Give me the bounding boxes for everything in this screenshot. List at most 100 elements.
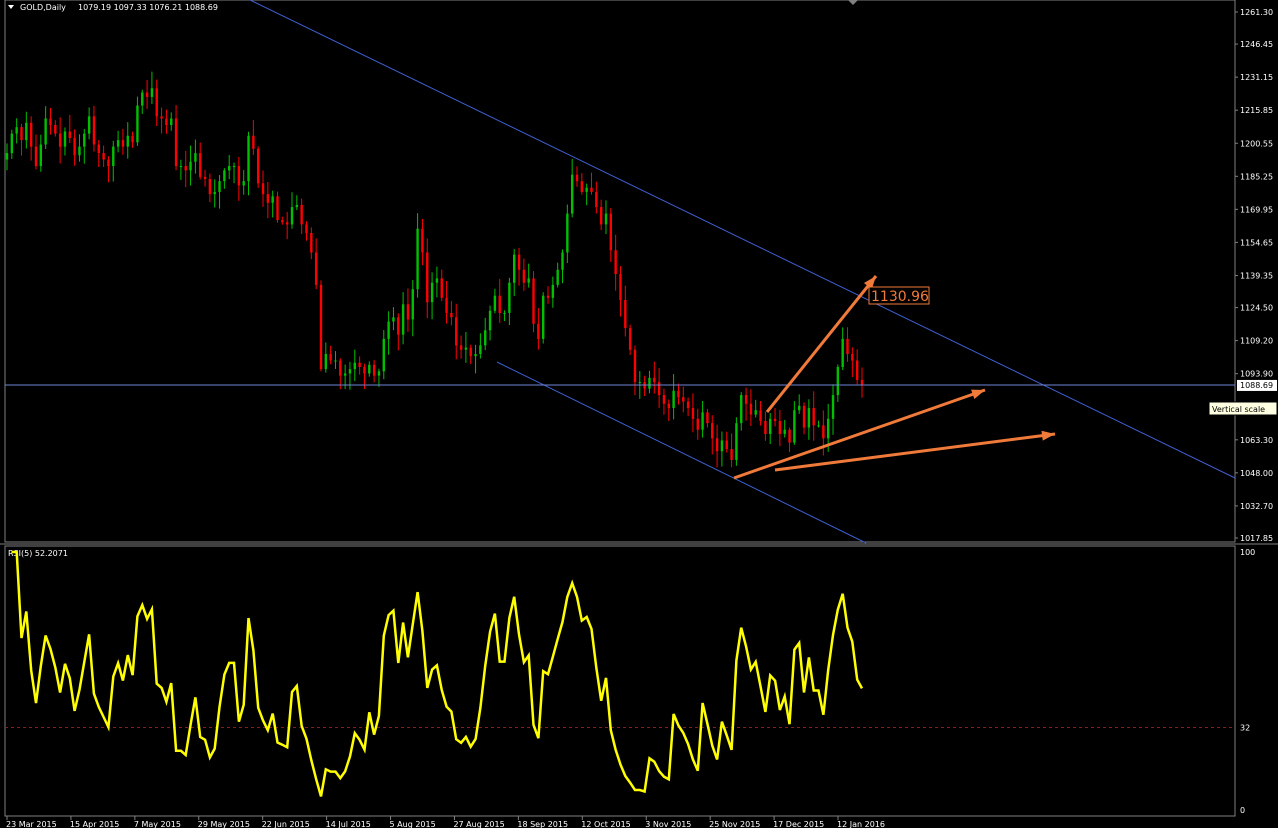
candle xyxy=(208,173,212,203)
y-tick-label: 1246.45 xyxy=(1240,40,1273,49)
y-tick-label: 1185.25 xyxy=(1240,172,1273,181)
candle xyxy=(397,313,400,351)
candle xyxy=(232,162,236,184)
candle xyxy=(160,107,163,134)
rsi-tick-label: 32 xyxy=(1240,723,1250,732)
rsi-panel xyxy=(4,545,1236,817)
y-tick-label: 1139.35 xyxy=(1240,271,1273,280)
candle xyxy=(614,234,617,291)
candle xyxy=(817,420,820,428)
candle xyxy=(92,105,96,152)
candle xyxy=(522,258,526,291)
candle xyxy=(657,368,661,408)
chart-header: GOLD,Daily 1079.19 1097.33 1076.21 1088.… xyxy=(8,3,218,12)
candle xyxy=(841,327,844,371)
candle xyxy=(78,134,81,162)
y-tick-label: 1215.85 xyxy=(1240,106,1273,115)
candle xyxy=(653,361,656,394)
candle xyxy=(285,211,289,240)
candle xyxy=(672,374,675,420)
candle xyxy=(788,427,791,453)
candle xyxy=(348,361,352,390)
candle xyxy=(290,192,294,229)
candle xyxy=(759,401,762,426)
mid-arrow[interactable] xyxy=(733,388,986,480)
candle xyxy=(735,417,738,466)
y-tick-label: 1200.55 xyxy=(1240,139,1273,148)
candle xyxy=(377,368,381,387)
candle xyxy=(237,156,241,201)
candle xyxy=(334,351,337,369)
x-tick-label: 29 May 2015 xyxy=(198,820,250,828)
candle xyxy=(488,305,492,341)
candle xyxy=(145,80,149,109)
candle xyxy=(556,262,559,288)
candle xyxy=(319,280,323,372)
y-tick-label: 1154.65 xyxy=(1240,238,1273,247)
candle xyxy=(252,120,255,155)
candle xyxy=(715,424,719,468)
y-tick-label: 1109.20 xyxy=(1240,337,1273,346)
candle xyxy=(97,139,100,167)
candle xyxy=(5,143,9,171)
candle xyxy=(541,292,545,344)
candle xyxy=(203,169,207,187)
candle xyxy=(711,415,714,455)
y-tick-label: 1231.15 xyxy=(1240,73,1273,82)
candle xyxy=(155,79,158,127)
candle xyxy=(329,345,332,365)
candle xyxy=(764,411,767,441)
candle xyxy=(44,106,47,149)
candle xyxy=(426,238,429,319)
candle xyxy=(855,349,859,385)
candle xyxy=(372,359,376,383)
chart-area[interactable]: GOLD,Daily 1079.19 1097.33 1076.21 1088.… xyxy=(0,0,1278,828)
candle xyxy=(435,266,439,298)
candle xyxy=(121,128,125,155)
x-tick-label: 25 Nov 2015 xyxy=(709,820,760,828)
candle xyxy=(479,333,482,359)
candle xyxy=(314,238,318,290)
candle xyxy=(324,342,328,373)
candle xyxy=(677,383,680,405)
chart-shift-icon[interactable] xyxy=(848,0,858,5)
candle xyxy=(754,399,757,418)
candle xyxy=(740,392,743,431)
candle xyxy=(730,433,733,468)
dropdown-triangle-icon[interactable] xyxy=(8,5,14,9)
candle xyxy=(595,181,598,214)
target-price-box: 1130.96 xyxy=(868,286,930,305)
candle xyxy=(295,195,299,211)
candle xyxy=(358,356,361,375)
candle xyxy=(643,375,646,397)
y-tick-label: 1017.85 xyxy=(1240,534,1273,543)
candle xyxy=(15,118,18,144)
candle xyxy=(213,179,216,208)
x-tick-label: 12 Jan 2016 xyxy=(837,820,885,828)
candle xyxy=(112,140,115,182)
candle xyxy=(83,128,86,164)
candle xyxy=(281,216,284,225)
candle xyxy=(667,399,670,421)
candle xyxy=(136,96,139,146)
upper-channel-line[interactable] xyxy=(249,0,1236,479)
candle xyxy=(662,388,666,415)
candle xyxy=(126,122,129,159)
candle xyxy=(619,266,622,317)
candle xyxy=(459,335,463,359)
x-tick-label: 23 Mar 2015 xyxy=(6,820,57,828)
candle xyxy=(802,402,806,435)
tooltip-text: Vertical scale xyxy=(1212,405,1265,414)
candle xyxy=(846,327,849,362)
candle xyxy=(546,286,550,304)
y-tick-label: 1048.00 xyxy=(1240,469,1273,478)
candle xyxy=(744,387,748,421)
current-price-label: 1088.69 xyxy=(1240,381,1273,390)
candle xyxy=(474,344,477,374)
candle xyxy=(421,219,424,266)
candle xyxy=(87,107,91,140)
candle xyxy=(63,127,67,156)
x-tick-label: 14 Jul 2015 xyxy=(326,820,371,828)
candle xyxy=(189,145,192,186)
target-arrow[interactable] xyxy=(765,275,878,413)
